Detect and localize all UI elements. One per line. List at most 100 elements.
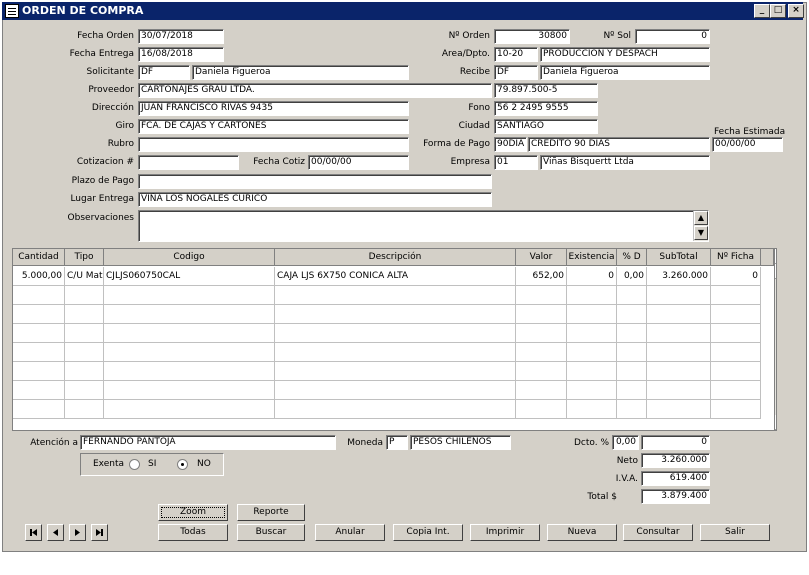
grid-cell[interactable] bbox=[275, 362, 516, 381]
salir-button[interactable]: Salir bbox=[700, 524, 770, 541]
observaciones-field[interactable] bbox=[138, 210, 709, 242]
grid-cell[interactable]: 5.000,00 bbox=[13, 267, 65, 286]
grid-cell[interactable] bbox=[516, 305, 567, 324]
grid-cell[interactable] bbox=[567, 362, 617, 381]
grid-scrollbar[interactable]: ▲ ▼ bbox=[774, 249, 776, 430]
grid-cell[interactable] bbox=[711, 381, 761, 400]
maximize-button[interactable]: □ bbox=[770, 4, 786, 18]
forma-pago-code-field[interactable]: 90DIA bbox=[494, 137, 527, 152]
grid-scroll-down-icon[interactable]: ▼ bbox=[775, 415, 776, 430]
grid-header-cell[interactable]: Existencia bbox=[567, 249, 617, 266]
grid-cell[interactable] bbox=[104, 343, 275, 362]
moneda-code-field[interactable]: P bbox=[386, 435, 408, 450]
grid-header-cell[interactable]: Descripción bbox=[275, 249, 516, 266]
grid-cell[interactable] bbox=[65, 381, 104, 400]
grid-cell[interactable] bbox=[104, 362, 275, 381]
close-button[interactable]: × bbox=[788, 4, 804, 18]
grid-cell[interactable]: 0 bbox=[711, 267, 761, 286]
grid-cell[interactable] bbox=[13, 381, 65, 400]
grid-cell[interactable]: CJLJS060750CAL bbox=[104, 267, 275, 286]
grid-cell[interactable] bbox=[275, 286, 516, 305]
exenta-si-radio[interactable] bbox=[129, 459, 140, 470]
grid-cell[interactable] bbox=[516, 343, 567, 362]
n-orden-field[interactable]: 30800 bbox=[494, 29, 570, 44]
area-name-field[interactable]: PRODUCCION Y DESPACH bbox=[540, 47, 710, 62]
giro-field[interactable]: FCA. DE CAJAS Y CARTONES bbox=[138, 119, 409, 134]
prev-record-button[interactable] bbox=[47, 524, 64, 541]
grid-cell[interactable] bbox=[516, 400, 567, 419]
proveedor-field[interactable]: CARTONAJES GRAU LTDA. bbox=[138, 83, 492, 98]
grid-cell[interactable] bbox=[275, 343, 516, 362]
grid-cell[interactable] bbox=[567, 343, 617, 362]
n-sol-field[interactable]: 0 bbox=[635, 29, 710, 44]
items-grid[interactable]: Cantidad Tipo Codigo Descripción Valor Existe… bbox=[12, 248, 777, 431]
fecha-cotiz-field[interactable]: 00/00/00 bbox=[308, 155, 409, 170]
dcto-value-field[interactable]: 0 bbox=[641, 435, 710, 450]
grid-cell[interactable] bbox=[567, 286, 617, 305]
grid-cell[interactable] bbox=[65, 362, 104, 381]
consultar-button[interactable]: Consultar bbox=[623, 524, 693, 541]
observaciones-scrollbar[interactable]: ▲ ▼ bbox=[693, 211, 708, 241]
lugar-entrega-field[interactable]: VIÑA LOS NOGALES CURICO bbox=[138, 192, 492, 207]
imprimir-button[interactable]: Imprimir bbox=[470, 524, 540, 541]
grid-header-cell[interactable]: Valor bbox=[516, 249, 567, 266]
dcto-pct-field[interactable]: 0,00 bbox=[612, 435, 639, 450]
plazo-pago-field[interactable] bbox=[138, 174, 492, 189]
grid-cell[interactable] bbox=[65, 343, 104, 362]
empresa-code-field[interactable]: 01 bbox=[494, 155, 538, 170]
fecha-entrega-field[interactable]: 16/08/2018 bbox=[138, 47, 224, 62]
grid-header-cell[interactable]: Tipo bbox=[65, 249, 104, 266]
minimize-button[interactable]: _ bbox=[754, 4, 770, 18]
grid-cell[interactable] bbox=[516, 362, 567, 381]
grid-cell[interactable] bbox=[617, 400, 647, 419]
grid-scroll-up-icon[interactable]: ▲ bbox=[775, 249, 776, 264]
grid-cell[interactable] bbox=[13, 400, 65, 419]
grid-cell[interactable] bbox=[711, 362, 761, 381]
nueva-button[interactable]: Nueva bbox=[547, 524, 617, 541]
grid-cell[interactable] bbox=[13, 362, 65, 381]
grid-cell[interactable] bbox=[711, 343, 761, 362]
reporte-button[interactable]: Reporte bbox=[237, 504, 305, 521]
grid-cell[interactable] bbox=[65, 400, 104, 419]
grid-cell[interactable]: 0,00 bbox=[617, 267, 647, 286]
zoom-button[interactable]: Zoom bbox=[158, 504, 228, 521]
buscar-button[interactable]: Buscar bbox=[237, 524, 305, 541]
area-code-field[interactable]: 10-20 bbox=[494, 47, 538, 62]
grid-cell[interactable] bbox=[711, 324, 761, 343]
fecha-orden-field[interactable]: 30/07/2018 bbox=[138, 29, 224, 44]
grid-cell[interactable]: C/U Mat bbox=[65, 267, 104, 286]
rubro-field[interactable] bbox=[138, 137, 409, 152]
solicitante-code-field[interactable]: DF bbox=[138, 65, 190, 80]
grid-cell[interactable] bbox=[13, 305, 65, 324]
grid-cell[interactable] bbox=[13, 324, 65, 343]
grid-scroll-thumb[interactable] bbox=[775, 264, 776, 279]
grid-header-cell[interactable]: Cantidad bbox=[13, 249, 65, 266]
grid-cell[interactable] bbox=[516, 381, 567, 400]
grid-cell[interactable] bbox=[275, 305, 516, 324]
grid-cell[interactable] bbox=[104, 324, 275, 343]
grid-cell[interactable] bbox=[647, 362, 711, 381]
grid-cell[interactable] bbox=[104, 381, 275, 400]
fecha-estimada-field[interactable]: 00/00/00 bbox=[712, 137, 783, 152]
grid-cell[interactable] bbox=[65, 286, 104, 305]
fono-field[interactable]: 56 2 2495 9555 bbox=[494, 101, 598, 116]
grid-cell[interactable]: CAJA LJS 6X750 CONICA ALTA bbox=[275, 267, 516, 286]
grid-cell[interactable]: 652,00 bbox=[516, 267, 567, 286]
direccion-field[interactable]: JUAN FRANCISCO RIVAS 9435 bbox=[138, 101, 409, 116]
copia-int-button[interactable]: Copia Int. bbox=[393, 524, 463, 541]
grid-header-cell[interactable]: Nº Ficha bbox=[711, 249, 761, 266]
grid-cell[interactable] bbox=[647, 324, 711, 343]
grid-cell[interactable] bbox=[711, 286, 761, 305]
cotizacion-field[interactable] bbox=[138, 155, 239, 170]
grid-cell[interactable] bbox=[647, 286, 711, 305]
grid-cell[interactable]: 0 bbox=[567, 267, 617, 286]
exenta-no-radio[interactable] bbox=[177, 459, 188, 470]
grid-cell[interactable] bbox=[104, 400, 275, 419]
grid-header-cell[interactable]: Codigo bbox=[104, 249, 275, 266]
grid-cell[interactable] bbox=[647, 343, 711, 362]
grid-cell[interactable] bbox=[711, 305, 761, 324]
solicitante-name-field[interactable]: Daniela Figueroa bbox=[192, 65, 409, 80]
grid-cell[interactable] bbox=[647, 381, 711, 400]
scroll-down-icon[interactable]: ▼ bbox=[694, 226, 708, 240]
grid-cell[interactable] bbox=[711, 400, 761, 419]
